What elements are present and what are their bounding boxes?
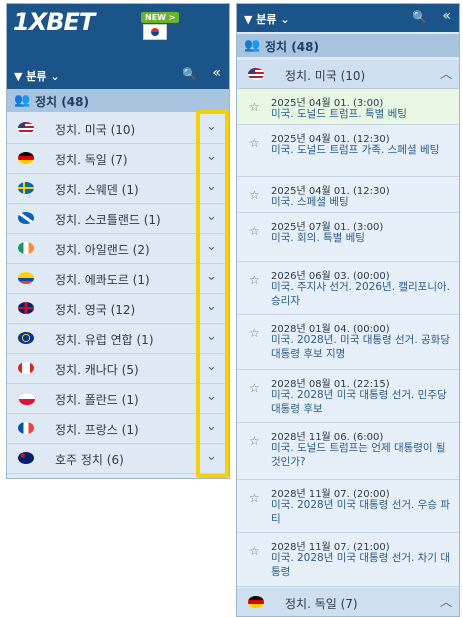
event-row[interactable]: ☆ 2028년 08월 01. (22:15) 미국. 2028년 미국 대통령… bbox=[237, 370, 459, 423]
country-label: 정치. 폴란드 (1) bbox=[55, 393, 139, 407]
ireland-flag-icon bbox=[18, 242, 34, 254]
usa-flag-icon bbox=[248, 68, 264, 80]
country-label: 정치. 독일 (7) bbox=[55, 153, 128, 167]
event-row[interactable]: ☆ 2025년 07월 01. (3:00) 미국. 회의. 특별 베팅 bbox=[237, 213, 459, 262]
ecuador-flag-icon bbox=[18, 272, 34, 284]
canada-flag-icon bbox=[18, 362, 34, 374]
highlight-box bbox=[196, 110, 229, 478]
country-row-germany-expanded[interactable]: 정치. 독일 (7) ︿ bbox=[237, 588, 459, 616]
filter-dropdown[interactable]: ▼ 분류 ⌄ bbox=[14, 68, 60, 84]
section-title: 정치 (48) bbox=[35, 95, 89, 109]
brand-logo[interactable]: 1XBET bbox=[13, 8, 95, 36]
country-row-usa-expanded[interactable]: 정치. 미국 (10) ︿ bbox=[237, 60, 459, 89]
star-icon[interactable]: ☆ bbox=[249, 136, 260, 150]
event-row[interactable]: ☆ 2028년 01월 04. (00:00) 미국. 2028년. 미국 대통… bbox=[237, 315, 459, 370]
event-title[interactable]: 미국. 도널드 트럼프 가족. 스페셜 베팅 bbox=[271, 143, 456, 157]
germany-flag-icon bbox=[18, 152, 34, 164]
uk-flag-icon bbox=[18, 302, 34, 314]
filter-bar: ▼ 분류 ⌄ 🔍 « bbox=[237, 4, 459, 32]
australia-flag-icon bbox=[18, 452, 34, 464]
star-icon[interactable]: ☆ bbox=[249, 224, 260, 238]
politics-section-header[interactable]: 👥 정치 (48) bbox=[237, 34, 459, 57]
event-title[interactable]: 미국. 도널드 트럼프. 특별 베팅 bbox=[271, 107, 456, 121]
collapse-icon[interactable]: « bbox=[212, 65, 221, 81]
people-icon: 👥 bbox=[244, 38, 261, 53]
filter-label: 분류 bbox=[256, 13, 277, 26]
star-icon[interactable]: ☆ bbox=[249, 381, 260, 395]
country-label: 호주 정치 (6) bbox=[55, 453, 124, 467]
star-icon[interactable]: ☆ bbox=[249, 491, 260, 505]
filter-label: 분류 bbox=[26, 70, 47, 83]
france-flag-icon bbox=[18, 422, 34, 434]
event-row[interactable]: ☆ 2025년 04월 01. (12:30) 미국. 스페셜 베팅 bbox=[237, 177, 459, 213]
search-icon[interactable]: 🔍 bbox=[412, 10, 427, 24]
event-row[interactable]: ☆ 2028년 11월 07. (20:00) 미국. 2028년 미국 대통령… bbox=[237, 480, 459, 533]
korea-flag-icon[interactable] bbox=[143, 24, 167, 40]
search-icon[interactable]: 🔍 bbox=[182, 67, 197, 81]
chevron-up-icon[interactable]: ︿ bbox=[440, 593, 452, 610]
people-icon: 👥 bbox=[14, 93, 31, 108]
politics-section-header[interactable]: 👥 정치 (48) bbox=[7, 89, 229, 112]
event-row[interactable]: ☆ 2028년 11월 07. (21:00) 미국. 2028년 미국 대통령… bbox=[237, 533, 459, 587]
collapse-icon[interactable]: « bbox=[442, 8, 451, 24]
country-label: 정치. 독일 (7) bbox=[285, 597, 358, 611]
star-icon[interactable]: ☆ bbox=[249, 326, 260, 340]
scotland-flag-icon bbox=[18, 212, 34, 224]
country-label: 정치. 스웨덴 (1) bbox=[55, 183, 139, 197]
country-label: 정치. 영국 (12) bbox=[55, 303, 136, 317]
new-badge[interactable]: NEW > bbox=[141, 12, 180, 23]
eu-flag-icon bbox=[18, 332, 34, 344]
event-title[interactable]: 미국. 2028년 미국 대통령 선거. 우승 파티 bbox=[271, 498, 456, 526]
right-sidebar: ▼ 분류 ⌄ 🔍 « 👥 정치 (48) 정치. 미국 (10) ︿ ☆ 202… bbox=[236, 3, 460, 617]
country-label: 정치. 아일랜드 (2) bbox=[55, 243, 150, 257]
event-title[interactable]: 미국. 도널드 트럼프는 언제 대통령이 될 것인가? bbox=[271, 441, 456, 469]
usa-flag-icon bbox=[18, 122, 34, 134]
section-title: 정치 (48) bbox=[265, 40, 319, 54]
filter-dropdown[interactable]: ▼ 분류 ⌄ bbox=[244, 11, 290, 27]
event-row[interactable]: ☆ 2026년 06월 03. (00:00) 미국. 주지사 선거. 2026… bbox=[237, 262, 459, 315]
country-label: 정치. 에콰도르 (1) bbox=[55, 273, 150, 287]
header-bar: 1XBET NEW > bbox=[7, 4, 229, 61]
germany-flag-icon bbox=[248, 596, 264, 608]
filter-bar: ▼ 분류 ⌄ 🔍 « bbox=[7, 61, 229, 89]
event-title[interactable]: 미국. 주지사 선거. 2026년. 캘리포니아. 승리자 bbox=[271, 280, 456, 308]
country-label: 정치. 스코틀랜드 (1) bbox=[55, 213, 161, 227]
event-row[interactable]: ☆ 2025년 04월 01. (12:30) 미국. 도널드 트럼프 가족. … bbox=[237, 125, 459, 177]
country-label: 정치. 유럽 연합 (1) bbox=[55, 333, 154, 347]
event-row[interactable]: ☆ 2028년 11월 06. (6:00) 미국. 도널드 트럼프는 언제 대… bbox=[237, 423, 459, 480]
poland-flag-icon bbox=[18, 392, 36, 406]
star-icon[interactable]: ☆ bbox=[249, 100, 260, 114]
country-label: 정치. 프랑스 (1) bbox=[55, 423, 139, 437]
sweden-flag-icon bbox=[18, 182, 34, 194]
event-title[interactable]: 미국. 2028년 미국 대통령 선거. 민주당 대통령 후보 bbox=[271, 388, 456, 416]
event-row[interactable]: ☆ 2025년 04월 01. (3:00) 미국. 도널드 트럼프. 특별 베… bbox=[237, 89, 459, 125]
star-icon[interactable]: ☆ bbox=[249, 434, 260, 448]
event-title[interactable]: 미국. 스페셜 베팅 bbox=[271, 195, 456, 209]
country-label: 정치. 미국 (10) bbox=[55, 123, 136, 137]
event-title[interactable]: 미국. 2028년 미국 대통령 선거. 차기 대통령 bbox=[271, 551, 456, 579]
event-title[interactable]: 미국. 2028년. 미국 대통령 선거. 공화당 대통령 후보 지명 bbox=[271, 333, 456, 361]
event-title[interactable]: 미국. 회의. 특별 베팅 bbox=[271, 231, 456, 245]
star-icon[interactable]: ☆ bbox=[249, 544, 260, 558]
country-label: 정치. 캐나다 (5) bbox=[55, 363, 139, 377]
country-label: 정치. 미국 (10) bbox=[285, 69, 366, 83]
star-icon[interactable]: ☆ bbox=[249, 273, 260, 287]
chevron-up-icon[interactable]: ︿ bbox=[440, 65, 452, 82]
star-icon[interactable]: ☆ bbox=[249, 188, 260, 202]
